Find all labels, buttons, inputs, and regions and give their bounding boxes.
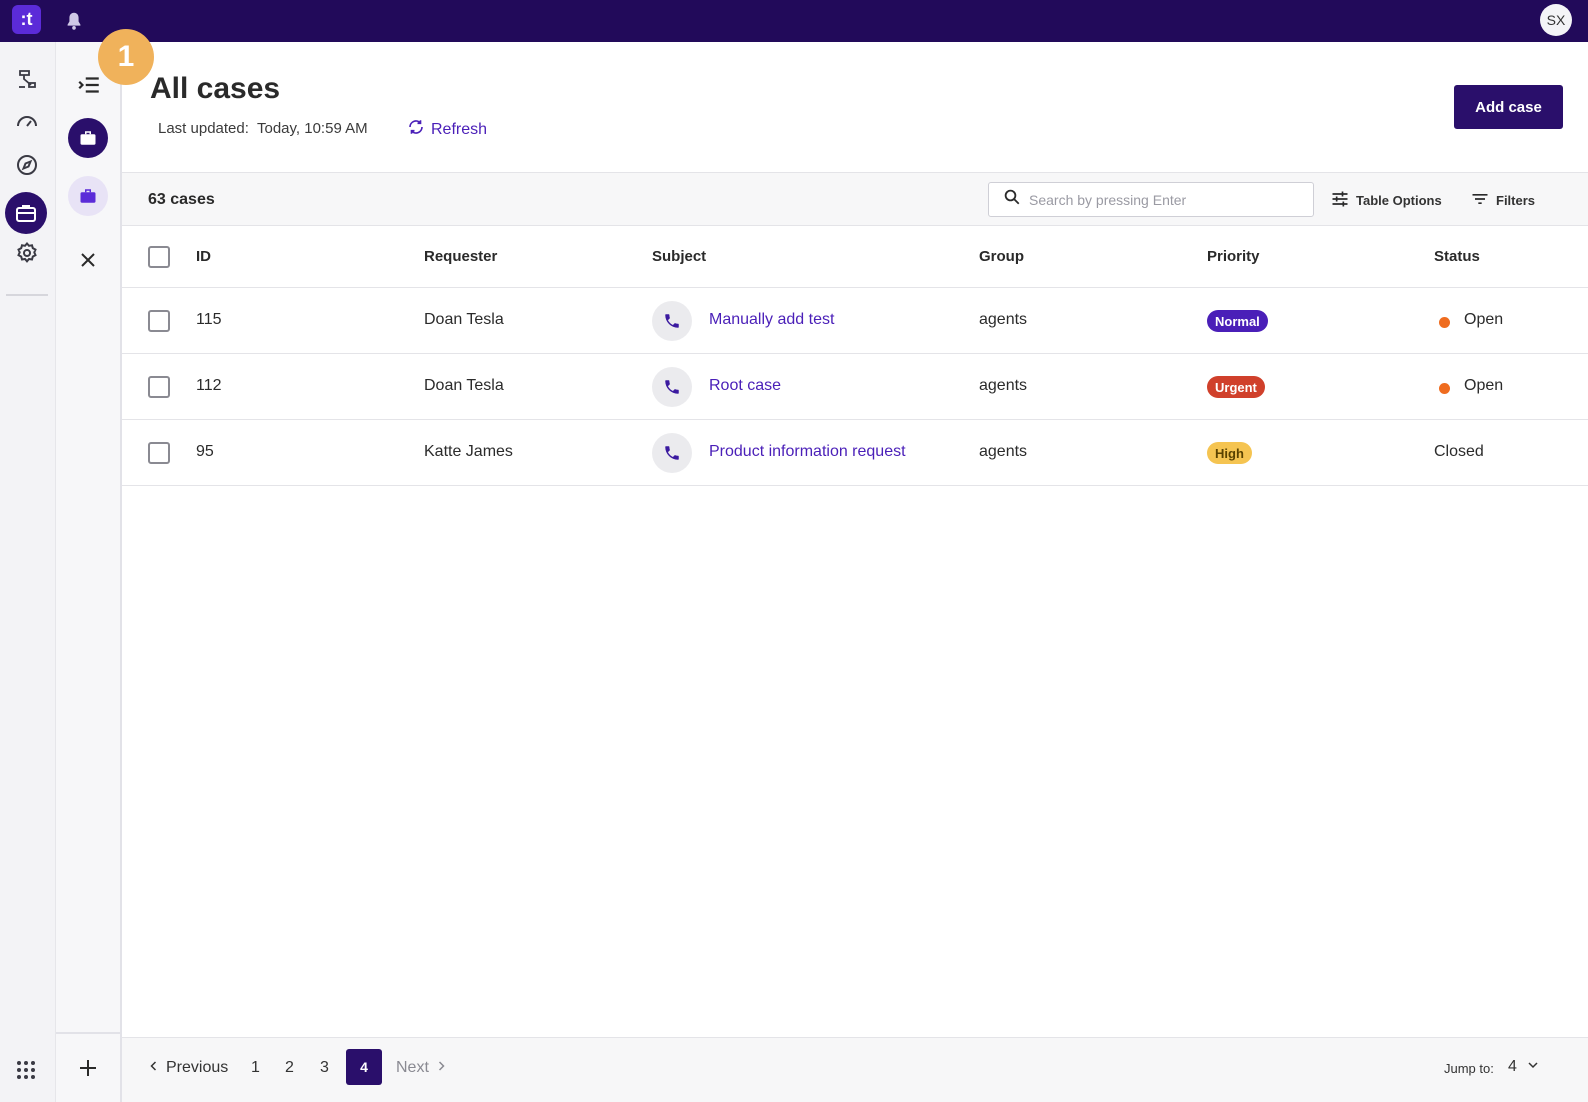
secondary-panel: [56, 42, 122, 1102]
group: agents: [979, 311, 1028, 328]
filters-button[interactable]: Filters: [1470, 189, 1535, 212]
column-header-subject[interactable]: Subject: [652, 248, 706, 265]
table-header: ID Requester Subject Group Priority Stat…: [122, 226, 1588, 288]
phone-icon: [652, 433, 692, 473]
priority-badge: Urgent: [1207, 376, 1265, 398]
chevron-down-icon: [1527, 1058, 1539, 1076]
requester: Doan Tesla: [424, 311, 504, 328]
refresh-button[interactable]: Refresh: [407, 118, 487, 141]
subject-link[interactable]: Product information request: [709, 443, 906, 461]
search-box[interactable]: [988, 182, 1314, 217]
table-options-icon: [1330, 189, 1350, 212]
avatar[interactable]: SX: [1540, 4, 1572, 36]
icon-rail: [0, 42, 56, 1102]
chevron-right-icon: [435, 1059, 447, 1077]
column-header-status[interactable]: Status: [1434, 248, 1480, 265]
status: Closed: [1434, 443, 1484, 460]
cases-view-button[interactable]: [68, 118, 108, 158]
menu-collapse-icon[interactable]: [76, 72, 104, 98]
priority-badge: Normal: [1207, 310, 1268, 332]
requester: Doan Tesla: [424, 377, 504, 394]
previous-button[interactable]: Previous: [148, 1059, 228, 1077]
group: agents: [979, 377, 1028, 394]
row-checkbox[interactable]: [148, 376, 170, 398]
table-row[interactable]: 95 Katte James Product information reque…: [122, 420, 1588, 486]
compass-icon[interactable]: [12, 150, 42, 180]
refresh-label: Refresh: [431, 120, 488, 138]
next-label: Next: [396, 1059, 429, 1076]
case-id: 95: [196, 443, 214, 460]
cases-view-secondary-button[interactable]: [68, 176, 108, 216]
apps-grid-icon[interactable]: [14, 1058, 38, 1082]
close-icon[interactable]: [76, 248, 100, 272]
status-dot: [1439, 317, 1450, 328]
page-2-button[interactable]: 2: [285, 1059, 294, 1077]
subject-link[interactable]: Root case: [709, 377, 781, 395]
chevron-left-icon: [148, 1059, 160, 1077]
table-toolbar: 63 cases Table Options Filters: [122, 172, 1588, 226]
filter-icon: [1470, 189, 1490, 212]
app-logo[interactable]: :t: [12, 5, 41, 34]
plus-icon[interactable]: [56, 1032, 120, 1102]
bell-icon[interactable]: [63, 10, 85, 32]
top-bar: :t SX: [0, 0, 1588, 42]
phone-icon: [652, 367, 692, 407]
column-header-requester[interactable]: Requester: [424, 248, 497, 265]
rail-divider: [6, 294, 48, 296]
column-header-id[interactable]: ID: [196, 248, 211, 265]
table-row[interactable]: 112 Doan Tesla Root case agents Urgent O…: [122, 354, 1588, 420]
requester: Katte James: [424, 443, 513, 460]
case-id: 112: [196, 377, 222, 394]
jump-label: Jump to:: [1444, 1061, 1494, 1076]
last-updated-value: Today, 10:59 AM: [257, 120, 368, 137]
jump-to-select[interactable]: 4: [1508, 1058, 1539, 1076]
status: Open: [1464, 311, 1504, 328]
row-checkbox[interactable]: [148, 310, 170, 332]
phone-icon: [652, 301, 692, 341]
priority-badge: High: [1207, 442, 1252, 464]
table-options-button[interactable]: Table Options: [1330, 189, 1442, 212]
status-dot: [1439, 383, 1450, 394]
filters-label: Filters: [1496, 193, 1536, 208]
group: agents: [979, 443, 1028, 460]
refresh-icon: [407, 118, 425, 141]
last-updated-label: Last updated:: [158, 120, 249, 137]
next-button[interactable]: Next: [396, 1059, 447, 1077]
table-row[interactable]: 115 Doan Tesla Manually add test agents …: [122, 288, 1588, 354]
previous-label: Previous: [166, 1059, 229, 1076]
dashboard-icon[interactable]: [12, 106, 42, 136]
search-icon: [1003, 188, 1021, 211]
row-checkbox[interactable]: [148, 442, 170, 464]
page-3-button[interactable]: 3: [320, 1059, 329, 1077]
table-options-label: Table Options: [1356, 193, 1442, 208]
gear-icon[interactable]: [12, 238, 42, 268]
search-input[interactable]: [1029, 191, 1299, 208]
select-all-checkbox[interactable]: [148, 246, 170, 268]
page-1-button[interactable]: 1: [251, 1059, 260, 1077]
workflow-icon[interactable]: [12, 64, 42, 94]
last-updated: Last updated: Today, 10:59 AM: [158, 120, 368, 137]
page-title: All cases: [150, 72, 281, 105]
pagination-bar: Previous 1 2 3 4 Next Jump to: 4: [122, 1037, 1588, 1102]
column-header-group[interactable]: Group: [979, 248, 1024, 265]
column-header-priority[interactable]: Priority: [1207, 248, 1260, 265]
subject-link[interactable]: Manually add test: [709, 311, 834, 329]
case-id: 115: [196, 311, 222, 328]
status: Open: [1464, 377, 1504, 394]
case-count: 63 cases: [148, 191, 215, 208]
page-4-button[interactable]: 4: [346, 1049, 382, 1085]
briefcase-icon[interactable]: [5, 192, 47, 234]
main-content: All cases Last updated: Today, 10:59 AM …: [122, 42, 1588, 1102]
jump-value: 4: [1508, 1058, 1517, 1075]
add-case-button[interactable]: Add case: [1454, 85, 1563, 129]
